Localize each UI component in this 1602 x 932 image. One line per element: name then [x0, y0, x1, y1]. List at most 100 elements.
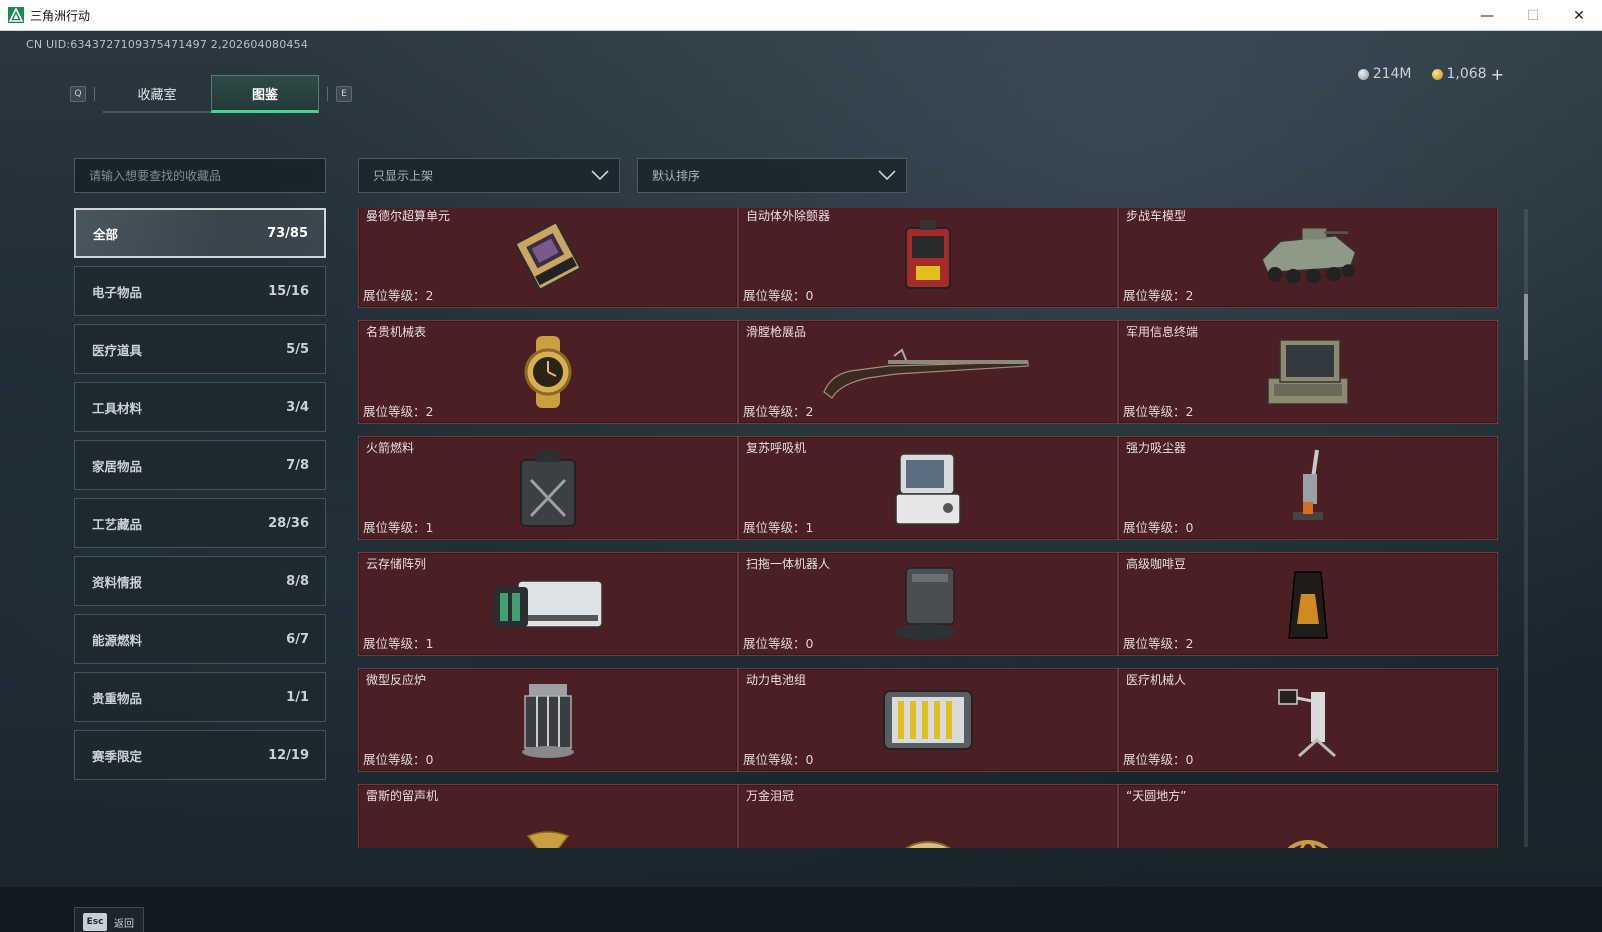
collectible-card[interactable]: 军用信息终端 展位等级：2 — [1118, 320, 1498, 424]
category-sidebar: 全部 73/85 电子物品 15/16 医疗道具 5/5 工具材料 3/4 家居物品 7/… — [74, 208, 326, 788]
collectible-card[interactable]: 动力电池组 展位等级：0 — [738, 668, 1118, 772]
tab-divider — [94, 87, 95, 101]
item-name: 微型反应炉 — [366, 673, 427, 687]
category-count: 73/85 — [267, 225, 308, 241]
item-name: 步战车模型 — [1126, 209, 1187, 223]
item-name: 扫拖一体机器人 — [746, 557, 831, 571]
collectible-card[interactable]: 高级咖啡豆 展位等级：2 — [1118, 552, 1498, 656]
category-tools[interactable]: 工具材料 3/4 — [74, 382, 326, 432]
add-currency-button[interactable]: + — [1491, 65, 1504, 84]
collectible-card[interactable]: 自动体外除颤器 展位等级：0 — [738, 208, 1118, 308]
gramophone-icon — [493, 821, 603, 848]
tab-collection-room[interactable]: 收藏室 — [103, 75, 211, 113]
category-count: 5/5 — [286, 341, 309, 357]
collectible-card[interactable]: 雷斯的留声机 — [358, 784, 738, 848]
supercomputer-unit-icon — [493, 214, 603, 298]
sort-dropdown[interactable]: 默认排序 — [637, 158, 907, 193]
luxury-watch-icon — [493, 330, 603, 414]
collectible-search-input[interactable]: 请输入想要查找的收藏品 — [74, 158, 326, 193]
collectible-card[interactable]: 复苏呼吸机 展位等级：1 — [738, 436, 1118, 540]
game-viewport: CN UID:6343727109375471497 2,20260408045… — [0, 31, 1602, 932]
coffee-bag-icon — [1253, 562, 1363, 646]
gold-amount: 1,068 — [1446, 66, 1487, 82]
gold-currency: 1,068 + — [1431, 65, 1504, 84]
vacuum-cleaner-icon — [1253, 446, 1363, 530]
item-name: 高级咖啡豆 — [1126, 557, 1187, 571]
ventilator-icon — [873, 446, 983, 530]
category-all[interactable]: 全部 73/85 — [74, 208, 326, 258]
collectible-card[interactable]: 强力吸尘器 展位等级：0 — [1118, 436, 1498, 540]
scrollbar-thumb[interactable] — [1524, 294, 1528, 360]
maximize-button[interactable]: ☐ — [1510, 0, 1556, 31]
category-label: 全部 — [93, 226, 119, 242]
collectible-card[interactable]: 扫拖一体机器人 展位等级：0 — [738, 552, 1118, 656]
category-label: 家居物品 — [92, 458, 143, 474]
next-tab-key[interactable]: E — [336, 86, 352, 102]
grid-scrollbar[interactable] — [1524, 209, 1528, 847]
armored-vehicle-model-icon — [1253, 214, 1363, 298]
display-level: 展位等级：2 — [1123, 636, 1194, 651]
collectible-card[interactable]: 火箭燃料 展位等级：1 — [358, 436, 738, 540]
category-valuables[interactable]: 贵重物品 1/1 — [74, 672, 326, 722]
collectible-card[interactable]: 步战车模型 展位等级：2 — [1118, 208, 1498, 308]
player-uid: CN UID:6343727109375471497 2,20260408045… — [26, 38, 309, 51]
item-name: 云存储阵列 — [366, 557, 427, 571]
display-level: 展位等级：2 — [363, 288, 434, 303]
currency-panel: 214M 1,068 + — [1357, 62, 1504, 86]
item-name: 名贵机械表 — [366, 325, 427, 339]
category-electronics[interactable]: 电子物品 15/16 — [74, 266, 326, 316]
collectible-card[interactable]: 滑膛枪展品 展位等级：2 — [738, 320, 1118, 424]
tab-bar: Q 收藏室 图鉴 E — [70, 75, 352, 113]
display-level: 展位等级：1 — [743, 520, 814, 535]
item-name: 曼德尔超算单元 — [366, 209, 451, 223]
silver-amount: 214M — [1372, 66, 1412, 82]
category-season-limited[interactable]: 赛季限定 12/19 — [74, 730, 326, 780]
collectible-card[interactable]: 微型反应炉 展位等级：0 — [358, 668, 738, 772]
military-terminal-icon — [1253, 330, 1363, 414]
collectible-grid: 曼德尔超算单元 展位等级：2 自动体外除颤器 展位等级：0 步战车模型 展位等级… — [358, 208, 1518, 848]
category-label: 资料情报 — [92, 574, 143, 590]
silver-currency: 214M — [1357, 66, 1412, 82]
defibrillator-icon — [873, 214, 983, 298]
storage-array-icon — [483, 562, 613, 646]
silver-coin-icon — [1357, 68, 1369, 80]
item-name: 动力电池组 — [746, 673, 807, 687]
collectible-card[interactable]: 云存储阵列 展位等级：1 — [358, 552, 738, 656]
display-level: 展位等级：1 — [363, 520, 434, 535]
category-intel[interactable]: 资料情报 8/8 — [74, 556, 326, 606]
back-label: 返回 — [114, 918, 134, 930]
tab-divider — [327, 87, 328, 101]
prev-tab-key[interactable]: Q — [70, 86, 86, 102]
minimize-button[interactable]: — — [1464, 0, 1510, 31]
collectible-card[interactable]: 医疗机械人 展位等级：0 — [1118, 668, 1498, 772]
category-crafts[interactable]: 工艺藏品 28/36 — [74, 498, 326, 548]
collectible-card[interactable]: 万金泪冠 — [738, 784, 1118, 848]
category-count: 28/36 — [268, 515, 309, 531]
window-title: 三角洲行动 — [30, 8, 91, 23]
shelf-filter-dropdown[interactable]: 只显示上架 — [358, 158, 620, 193]
back-button[interactable]: Esc 返回 — [74, 907, 144, 932]
close-button[interactable]: ✕ — [1556, 0, 1602, 31]
category-label: 医疗道具 — [92, 342, 143, 358]
category-household[interactable]: 家居物品 7/8 — [74, 440, 326, 490]
item-name: 军用信息终端 — [1126, 325, 1199, 339]
item-name: 滑膛枪展品 — [746, 325, 807, 339]
collectible-card[interactable]: 名贵机械表 展位等级：2 — [358, 320, 738, 424]
item-name: 医疗机械人 — [1126, 673, 1187, 687]
collectible-card[interactable]: 曼德尔超算单元 展位等级：2 — [358, 208, 738, 308]
category-count: 6/7 — [286, 631, 309, 647]
item-name: 强力吸尘器 — [1126, 441, 1187, 455]
item-name: 万金泪冠 — [746, 789, 795, 803]
tab-catalog[interactable]: 图鉴 — [211, 75, 319, 113]
category-count: 3/4 — [286, 399, 309, 415]
item-name: 火箭燃料 — [366, 441, 415, 455]
jeweled-crown-icon — [873, 823, 983, 848]
display-level: 展位等级：2 — [1123, 288, 1194, 303]
display-level: 展位等级：0 — [743, 752, 814, 767]
category-count: 12/19 — [268, 747, 309, 763]
collectible-card[interactable]: “天圆地方” — [1118, 784, 1498, 848]
category-medical[interactable]: 医疗道具 5/5 — [74, 324, 326, 374]
gold-coin-icon — [1431, 68, 1443, 80]
category-label: 工具材料 — [92, 400, 143, 416]
category-energy[interactable]: 能源燃料 6/7 — [74, 614, 326, 664]
